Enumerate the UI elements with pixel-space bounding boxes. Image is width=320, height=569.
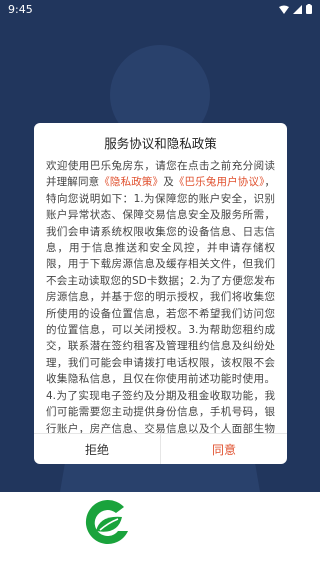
dialog-actions: 拒绝 同意: [34, 433, 287, 464]
dialog-rest-text: ，特向您说明如下：1.为保障您的账户安全，识别账户异常状态、保障交易信息安全及服…: [46, 176, 276, 433]
battery-icon: [306, 4, 312, 14]
status-bar: 9:45: [0, 0, 320, 18]
leaf-logo-icon: [85, 500, 128, 545]
privacy-dialog: 服务协议和隐私政策 欢迎使用巴乐兔房东，请您在点击之前充分阅读并理解同意《隐私政…: [34, 123, 287, 464]
dialog-body: 欢迎使用巴乐兔房东，请您在点击之前充分阅读并理解同意《隐私政策》及《巴乐兔用户协…: [34, 158, 287, 433]
reject-button[interactable]: 拒绝: [34, 434, 161, 464]
agree-button[interactable]: 同意: [161, 434, 287, 464]
user-agreement-link[interactable]: 《巴乐兔用户协议》: [174, 176, 265, 188]
signal-icon: [293, 4, 302, 14]
and-text: 及: [163, 176, 174, 189]
dialog-title: 服务协议和隐私政策: [104, 136, 217, 151]
privacy-policy-link[interactable]: 《隐私政策》: [99, 176, 163, 188]
bottom-left-area: [0, 492, 70, 569]
status-time: 9:45: [8, 2, 33, 16]
wifi-icon: [279, 5, 289, 14]
